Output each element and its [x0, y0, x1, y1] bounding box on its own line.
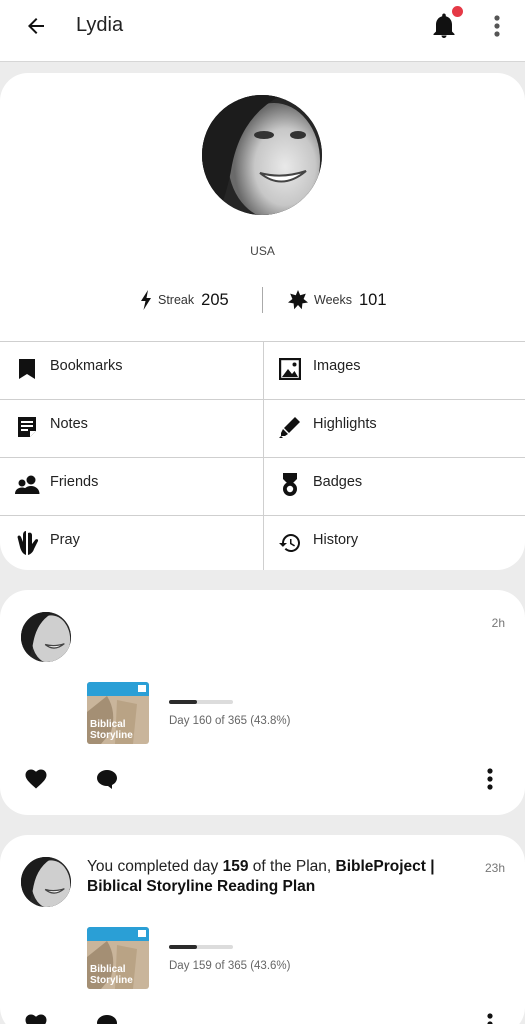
badge-medal-icon — [277, 472, 303, 498]
avatar[interactable] — [21, 612, 71, 662]
avatar[interactable] — [21, 857, 71, 907]
bell-icon — [433, 13, 455, 38]
more-options-button[interactable] — [484, 10, 510, 42]
profile-avatar[interactable] — [202, 95, 322, 215]
weeks-value: 101 — [358, 290, 387, 309]
weeks-stat[interactable]: Weeks 101 — [288, 287, 387, 313]
post-options-button[interactable] — [476, 1010, 504, 1024]
plan-progress-text: Day 159 of 365 (43.6%) — [169, 960, 291, 972]
plan-progress-bar — [169, 945, 233, 949]
page-title: Lydia — [76, 14, 124, 36]
like-button[interactable] — [22, 1010, 50, 1024]
image-icon — [277, 356, 303, 382]
more-vertical-icon — [487, 1013, 493, 1024]
menu-item-bookmarks[interactable]: Bookmarks — [0, 342, 262, 399]
post-timestamp: 2h — [491, 616, 505, 630]
more-vertical-icon — [494, 15, 500, 37]
plan-progress-text: Day 160 of 365 (43.8%) — [169, 715, 291, 727]
progress-fill — [169, 945, 197, 949]
thumb-title-line1: Biblical — [90, 964, 126, 975]
menu-item-pray[interactable]: Pray — [0, 516, 262, 570]
menu-label-bookmarks: Bookmarks — [50, 358, 123, 374]
profile-menu-grid: Bookmarks Images Notes Highlights Friend… — [0, 341, 525, 570]
activity-card: You completed day 159 of the Plan, Bible… — [0, 835, 525, 1024]
progress-fill — [169, 700, 198, 704]
streak-label: Streak — [158, 293, 195, 307]
streak-stat[interactable]: Streak 205 — [140, 287, 229, 313]
post-text-mid: of the Plan, — [248, 858, 336, 875]
star-burst-icon — [288, 290, 308, 310]
bookmark-icon — [14, 356, 40, 382]
post-options-button[interactable] — [476, 765, 504, 793]
back-button[interactable] — [18, 10, 54, 42]
lightning-icon — [141, 290, 151, 310]
menu-label-history: History — [313, 532, 359, 548]
plan-thumbnail[interactable]: Biblical Storyline — [87, 927, 149, 989]
arrow-left-icon — [28, 18, 44, 34]
comment-icon — [97, 1015, 117, 1024]
thumb-title-line2: Storyline — [90, 730, 133, 741]
post-text[interactable]: You completed day 159 of the Plan, Bible… — [87, 857, 457, 897]
notification-badge — [451, 5, 464, 18]
history-icon — [277, 530, 303, 556]
menu-item-friends[interactable]: Friends — [0, 458, 262, 515]
menu-item-history[interactable]: History — [263, 516, 525, 570]
plan-thumbnail[interactable]: Biblical Storyline — [87, 682, 149, 744]
thumb-title-line2: Storyline — [90, 975, 133, 986]
profile-stats: Streak 205 Weeks 101 — [0, 287, 525, 313]
heart-icon — [25, 1014, 47, 1024]
comment-icon — [97, 770, 117, 789]
activity-card: 2h Biblical Storyline Day 160 of 365 (43… — [0, 590, 525, 815]
menu-item-badges[interactable]: Badges — [263, 458, 525, 515]
menu-label-notes: Notes — [50, 416, 88, 432]
heart-icon — [25, 769, 47, 789]
post-text-prefix: You completed day — [87, 858, 223, 875]
comment-button[interactable] — [93, 1010, 121, 1024]
more-vertical-icon — [487, 768, 493, 790]
friends-icon — [14, 472, 40, 498]
menu-label-highlights: Highlights — [313, 416, 377, 432]
plan-progress-bar — [169, 700, 233, 704]
menu-item-notes[interactable]: Notes — [0, 400, 262, 457]
praying-hands-icon — [14, 530, 40, 556]
app-bar: Lydia — [0, 0, 525, 62]
highlighter-icon — [277, 414, 303, 440]
menu-item-images[interactable]: Images — [263, 342, 525, 399]
streak-value: 205 — [201, 290, 229, 309]
like-button[interactable] — [22, 765, 50, 793]
menu-item-highlights[interactable]: Highlights — [263, 400, 525, 457]
thumb-title-line1: Biblical — [90, 719, 126, 730]
menu-label-friends: Friends — [50, 474, 99, 490]
stats-divider — [262, 287, 263, 313]
note-icon — [14, 414, 40, 440]
post-timestamp: 23h — [484, 861, 505, 875]
weeks-label: Weeks — [314, 293, 352, 307]
menu-label-images: Images — [313, 358, 361, 374]
menu-label-badges: Badges — [313, 474, 363, 490]
comment-button[interactable] — [93, 765, 121, 793]
menu-label-pray: Pray — [50, 532, 80, 548]
profile-card: USA Streak 205 Weeks 101 Bookmarks Image… — [0, 73, 525, 570]
profile-country: USA — [250, 244, 275, 258]
post-day-number: 159 — [222, 858, 249, 875]
